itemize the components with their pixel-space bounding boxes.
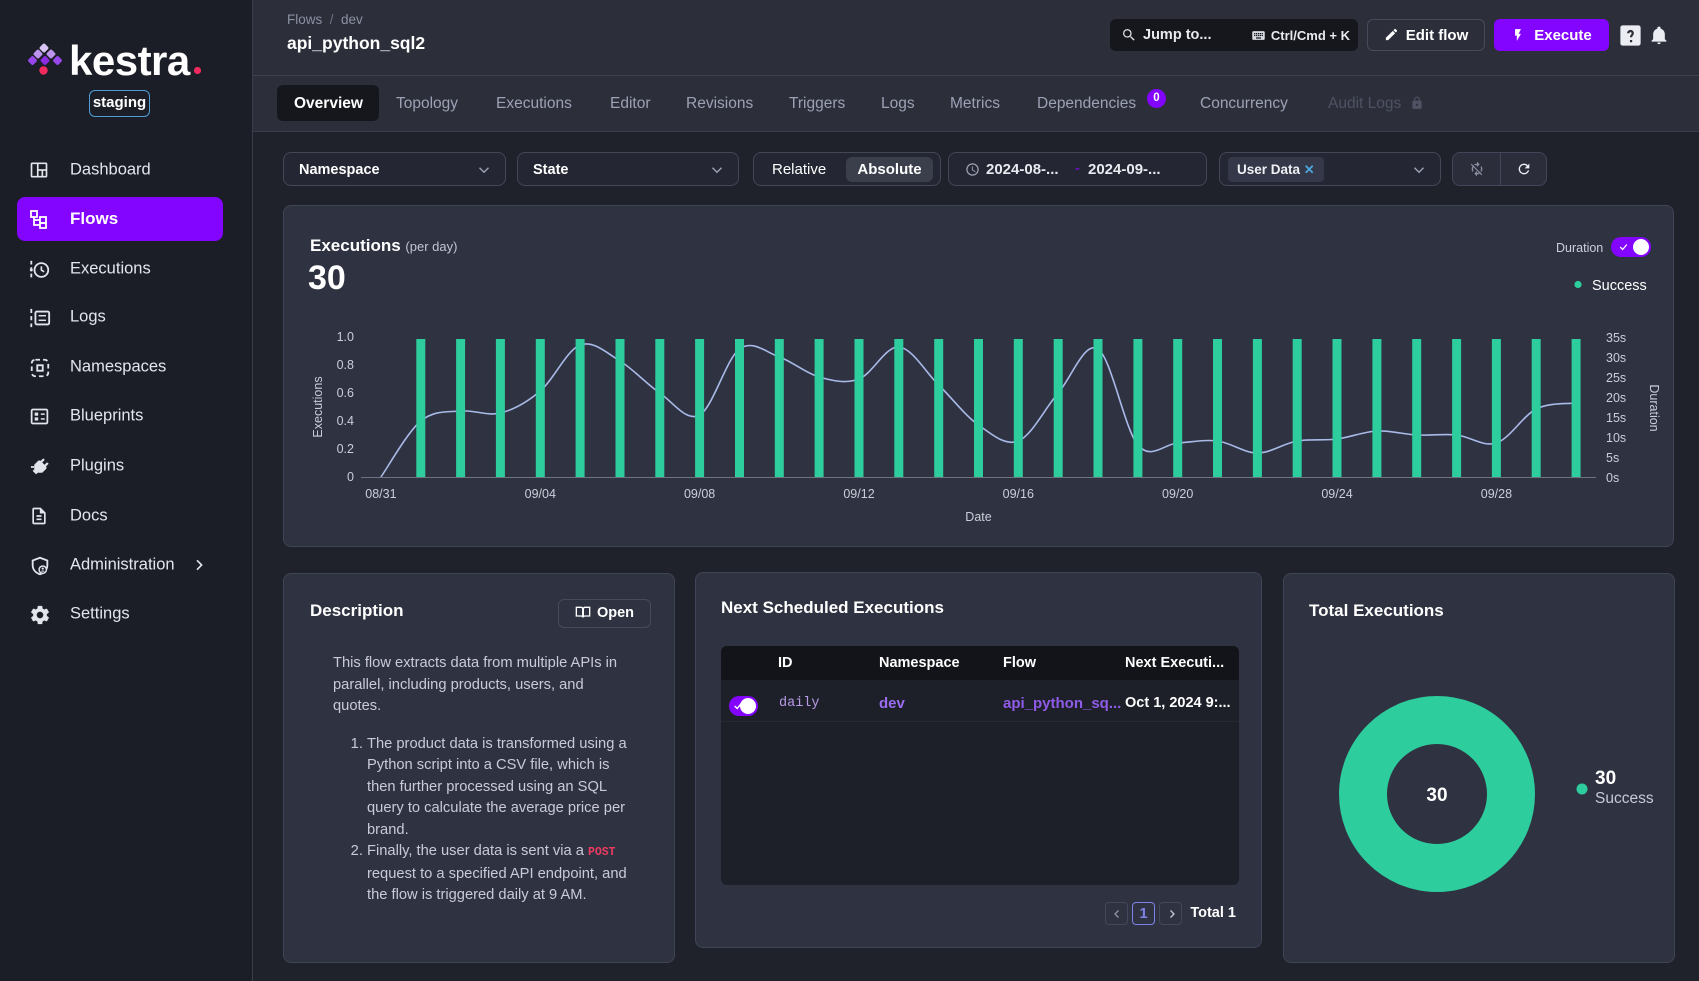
svg-text:30s: 30s <box>1606 351 1626 365</box>
svg-text:0.8: 0.8 <box>337 358 354 372</box>
svg-text:kestra: kestra <box>69 41 191 81</box>
svg-text:09/20: 09/20 <box>1162 487 1193 501</box>
svg-text:09/24: 09/24 <box>1321 487 1352 501</box>
svg-text:08/31: 08/31 <box>365 487 396 501</box>
svg-text:Executions: Executions <box>311 376 325 437</box>
svg-text:15s: 15s <box>1606 411 1626 425</box>
svg-text:10s: 10s <box>1606 431 1626 445</box>
svg-text:Success: Success <box>1592 278 1647 294</box>
svg-text:Duration: Duration <box>1647 384 1661 431</box>
svg-text:30: 30 <box>1426 785 1447 806</box>
svg-text:0: 0 <box>347 470 354 484</box>
svg-text:1.0: 1.0 <box>337 330 354 344</box>
svg-text:0.2: 0.2 <box>337 442 354 456</box>
svg-text:Date: Date <box>965 510 991 524</box>
svg-text:30: 30 <box>1595 768 1616 789</box>
svg-text:20s: 20s <box>1606 391 1626 405</box>
svg-text:09/08: 09/08 <box>684 487 715 501</box>
svg-text:Success: Success <box>1595 790 1654 807</box>
svg-text:09/16: 09/16 <box>1003 487 1034 501</box>
svg-text:0.6: 0.6 <box>337 386 354 400</box>
svg-text:0.4: 0.4 <box>337 414 354 428</box>
svg-text:25s: 25s <box>1606 371 1626 385</box>
svg-text:09/12: 09/12 <box>843 487 874 501</box>
svg-text:5s: 5s <box>1606 451 1619 465</box>
svg-text:09/04: 09/04 <box>525 487 556 501</box>
svg-text:09/28: 09/28 <box>1481 487 1512 501</box>
svg-text:0s: 0s <box>1606 471 1619 485</box>
svg-text:35s: 35s <box>1606 331 1626 345</box>
